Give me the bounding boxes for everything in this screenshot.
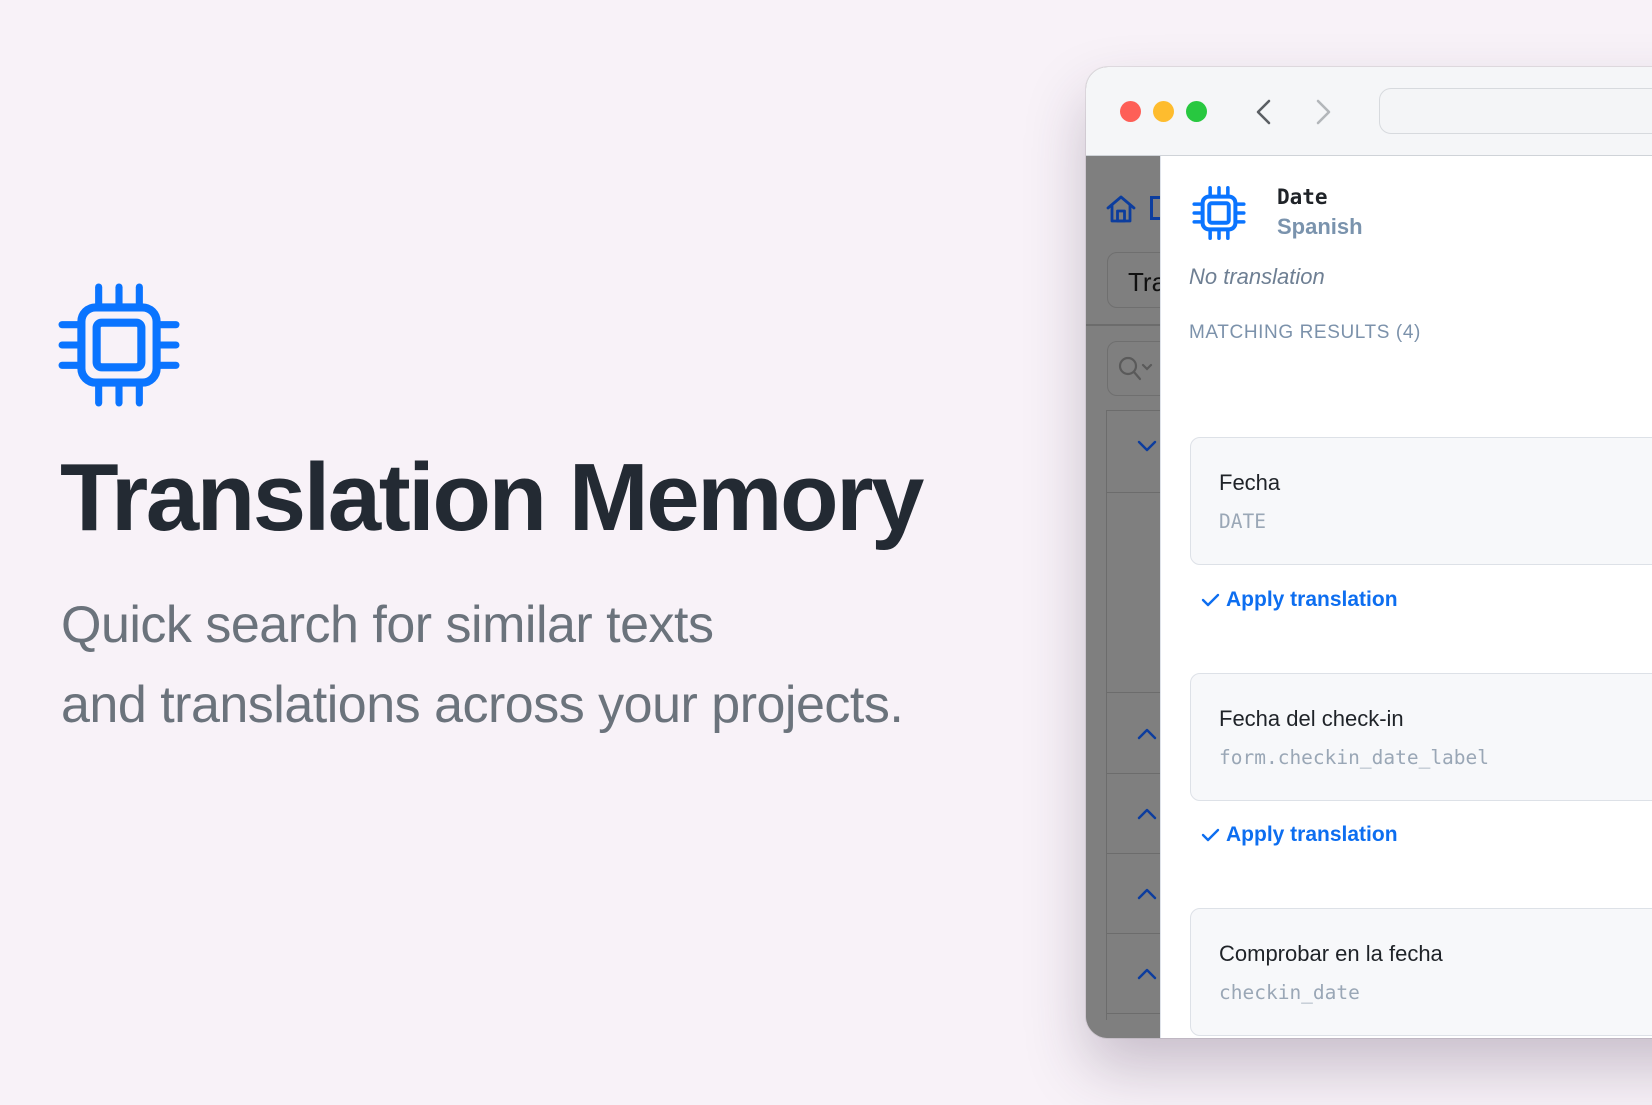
divider bbox=[1086, 324, 1160, 326]
list-row-divider bbox=[1107, 853, 1167, 854]
hero-subtitle: Quick search for similar texts and trans… bbox=[61, 585, 904, 745]
hero-subtitle-line: and translations across your projects. bbox=[61, 676, 904, 734]
result-key: DATE bbox=[1219, 510, 1266, 533]
result-text: Fecha del check-in bbox=[1219, 706, 1404, 731]
list-row-divider bbox=[1107, 692, 1167, 693]
apply-translation-label: Apply translation bbox=[1226, 823, 1398, 846]
cpu-chip-icon bbox=[58, 283, 180, 407]
result-key: form.checkin_date_label bbox=[1219, 746, 1490, 769]
result-text: Fecha bbox=[1219, 470, 1281, 495]
list-row-divider bbox=[1107, 410, 1167, 411]
chevron-up-icon[interactable] bbox=[1137, 808, 1157, 820]
target-language: Spanish bbox=[1277, 214, 1363, 239]
back-chevron-icon[interactable] bbox=[1250, 97, 1278, 127]
close-window-button[interactable] bbox=[1120, 101, 1141, 122]
search-icon bbox=[1118, 356, 1153, 381]
translation-status: No translation bbox=[1189, 264, 1325, 289]
cpu-chip-icon bbox=[1192, 186, 1246, 240]
forward-chevron-icon[interactable] bbox=[1309, 97, 1337, 127]
list-row-divider bbox=[1107, 1013, 1167, 1014]
check-icon bbox=[1201, 828, 1220, 842]
result-key: checkin_date bbox=[1219, 981, 1360, 1004]
result-card: Fecha DATE bbox=[1190, 437, 1652, 565]
list-row-divider bbox=[1107, 933, 1167, 934]
matching-results-heading: MATCHING RESULTS (4) bbox=[1189, 322, 1421, 343]
background-list bbox=[1106, 410, 1167, 1020]
background-app-overlay: Tra bbox=[1086, 156, 1187, 1038]
list-row-divider bbox=[1107, 492, 1167, 493]
apply-translation-button[interactable]: Apply translation bbox=[1201, 823, 1398, 847]
hero-subtitle-line: Quick search for similar texts bbox=[61, 596, 714, 654]
result-text: Comprobar en la fecha bbox=[1219, 941, 1443, 966]
chevron-up-icon[interactable] bbox=[1137, 888, 1157, 900]
translation-key-name: Date bbox=[1277, 185, 1328, 209]
chevron-up-icon[interactable] bbox=[1137, 728, 1157, 740]
address-bar[interactable] bbox=[1379, 88, 1652, 134]
result-card: Comprobar en la fecha checkin_date bbox=[1190, 908, 1652, 1036]
browser-toolbar bbox=[1086, 67, 1652, 156]
breadcrumb-fragment bbox=[1150, 196, 1160, 220]
apply-translation-button[interactable]: Apply translation bbox=[1201, 588, 1398, 612]
list-row-divider bbox=[1107, 773, 1167, 774]
home-icon[interactable] bbox=[1106, 194, 1136, 224]
check-icon bbox=[1201, 593, 1220, 607]
chevron-down-icon[interactable] bbox=[1137, 440, 1157, 452]
minimize-window-button[interactable] bbox=[1153, 101, 1174, 122]
hero-title: Translation Memory bbox=[60, 444, 924, 551]
browser-window: Tra Date Spanish No translation MATCHING… bbox=[1086, 67, 1652, 1038]
apply-translation-label: Apply translation bbox=[1226, 588, 1398, 611]
result-card: Fecha del check-in form.checkin_date_lab… bbox=[1190, 673, 1652, 801]
chevron-up-icon[interactable] bbox=[1137, 968, 1157, 980]
translation-memory-panel: Date Spanish No translation MATCHING RES… bbox=[1160, 156, 1652, 1038]
zoom-window-button[interactable] bbox=[1186, 101, 1207, 122]
